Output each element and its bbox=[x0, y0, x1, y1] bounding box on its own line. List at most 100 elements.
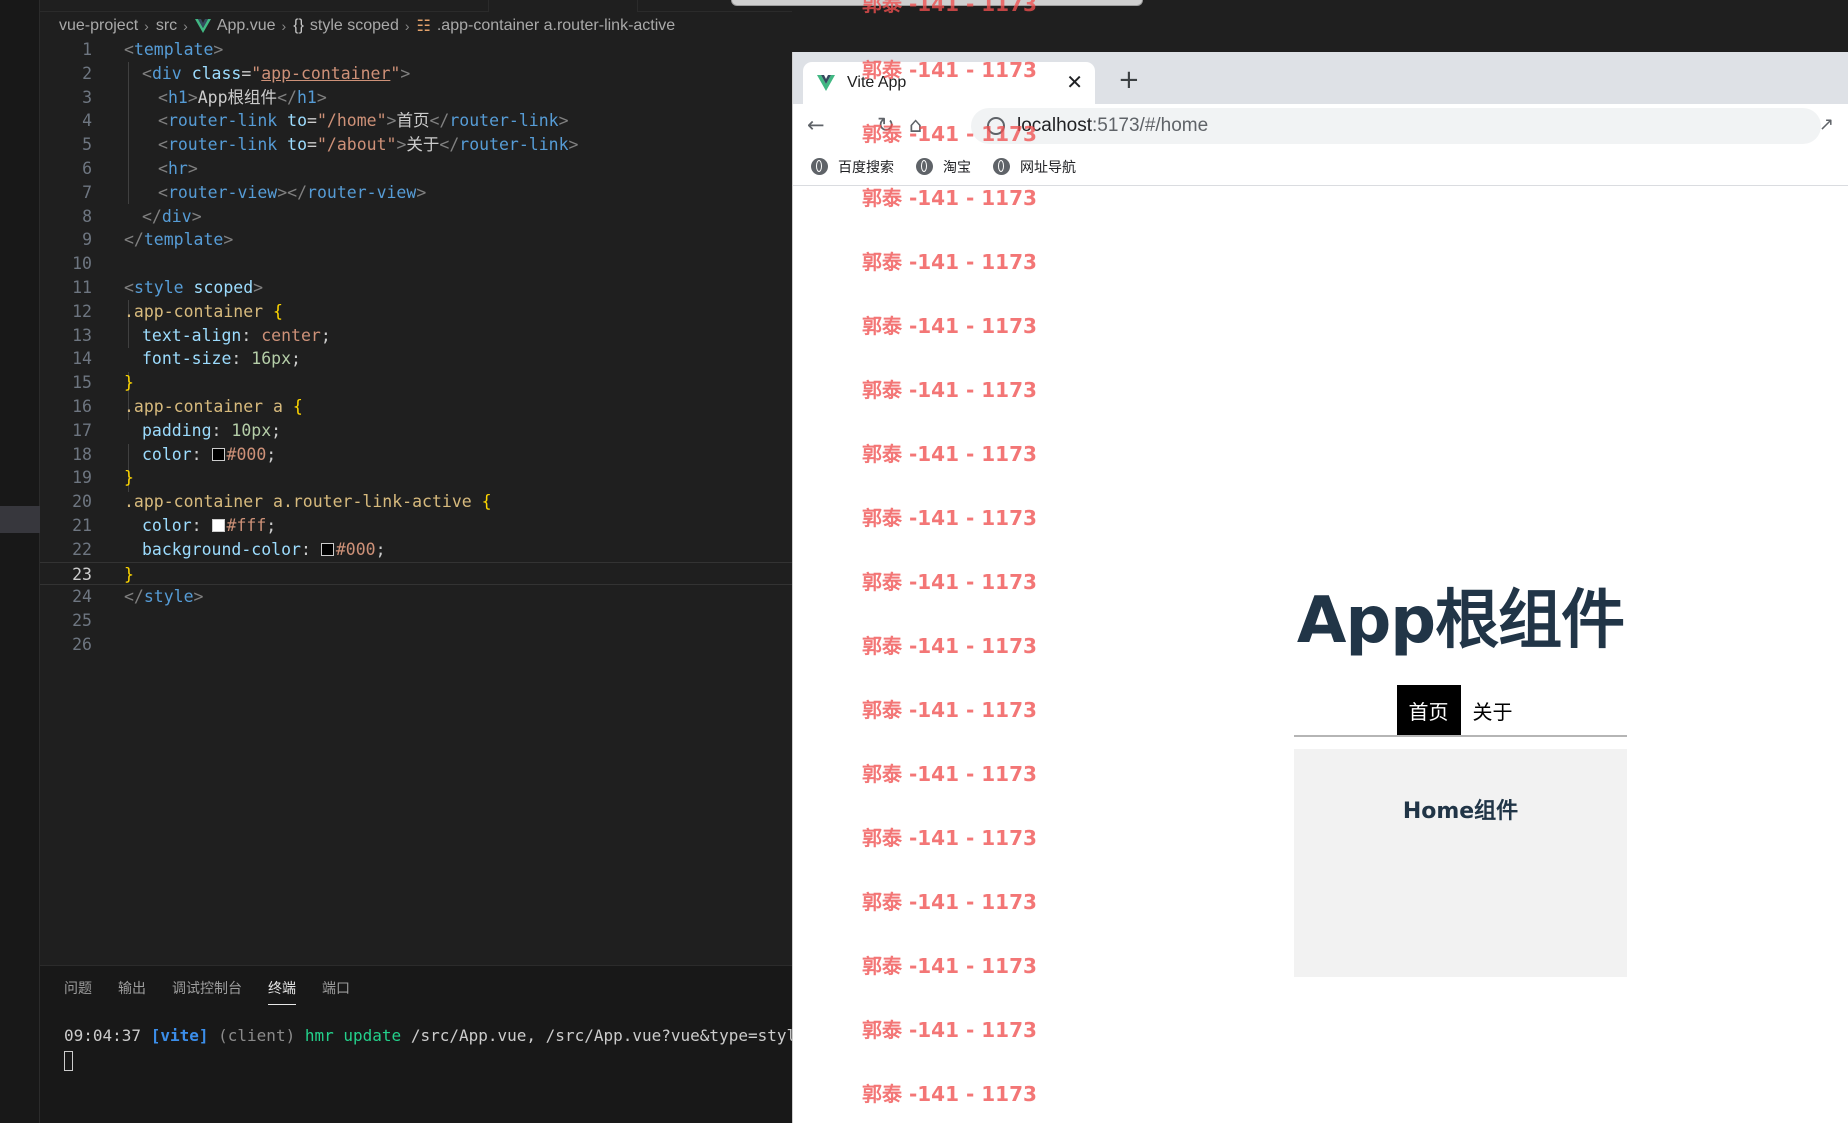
code-line[interactable]: 12 .app-container { bbox=[40, 300, 792, 324]
bookmark-baidu[interactable]: 百度搜索 bbox=[811, 157, 894, 177]
code-line[interactable]: 20 .app-container a.router-link-active { bbox=[40, 490, 792, 514]
line-text: .app-container a { bbox=[124, 396, 303, 416]
page-title: App根组件 bbox=[1296, 584, 1625, 658]
tab-output[interactable]: 输出 bbox=[118, 978, 146, 1005]
code-line[interactable]: 18 color: #000; bbox=[40, 443, 792, 467]
line-number: 1 bbox=[82, 40, 92, 59]
line-number: 9 bbox=[82, 230, 92, 250]
color-swatch-icon[interactable] bbox=[320, 542, 334, 556]
code-line[interactable]: 13 text-align: center; bbox=[40, 324, 792, 348]
new-tab-icon[interactable]: + bbox=[1118, 66, 1140, 94]
code-line[interactable]: 1 <template> bbox=[40, 38, 792, 62]
terminal-files: /src/App.vue, /src/App.vue?vue&type=styl… bbox=[410, 1026, 845, 1045]
line-number: 13 bbox=[72, 325, 92, 345]
code-line[interactable]: 3 <h1>App根组件</h1> bbox=[40, 86, 792, 110]
globe-icon bbox=[811, 158, 828, 175]
code-editor[interactable]: vue-project › src › App.vue › {} style s… bbox=[40, 0, 792, 965]
code-line[interactable]: 5 <router-link to="/about">关于</router-lin… bbox=[40, 133, 792, 157]
globe-icon bbox=[993, 158, 1010, 175]
code-line[interactable]: 22 background-color: #000; bbox=[40, 538, 792, 562]
code-line[interactable]: 2 <div class="app-container"> bbox=[40, 62, 792, 86]
reload-icon[interactable]: ↻ bbox=[877, 112, 895, 138]
chevron-right-icon: › bbox=[404, 18, 410, 34]
color-swatch-icon[interactable] bbox=[211, 447, 225, 461]
line-number: 17 bbox=[72, 420, 92, 440]
line-text: <router-link to="/about">关于</router-link… bbox=[158, 135, 579, 155]
line-text: color: #fff; bbox=[142, 515, 277, 535]
tab-terminal[interactable]: 终端 bbox=[268, 978, 296, 1005]
braces-icon: {} bbox=[293, 17, 304, 34]
code-line[interactable]: 17 padding: 10px; bbox=[40, 419, 792, 443]
breadcrumb-item-folder[interactable]: src bbox=[156, 17, 177, 35]
tab-problems[interactable]: 问题 bbox=[64, 978, 92, 1005]
nav-link-about[interactable]: 关于 bbox=[1461, 685, 1525, 735]
browser-title-bar: Vite App ✕ + bbox=[793, 52, 1848, 104]
color-swatch-icon[interactable] bbox=[211, 518, 225, 532]
home-icon[interactable]: ⌂ bbox=[909, 112, 922, 138]
code-line[interactable]: 6 <hr> bbox=[40, 157, 792, 181]
tab-debug-console[interactable]: 调试控制台 bbox=[172, 978, 242, 1005]
line-text: <template> bbox=[124, 40, 224, 59]
bookmark-label: 网址导航 bbox=[1020, 158, 1076, 175]
bottom-panel: 问题 输出 调试控制台 终端 端口 09:04:37 [vite] (clien… bbox=[40, 965, 844, 1123]
line-text: text-align: center; bbox=[142, 325, 331, 345]
line-text: } bbox=[124, 468, 134, 488]
line-number: 24 bbox=[72, 587, 92, 607]
browser-tab[interactable]: Vite App ✕ bbox=[803, 62, 1095, 104]
line-number: 20 bbox=[72, 492, 92, 512]
line-text: <router-link to="/home">首页</router-link> bbox=[158, 111, 569, 131]
nav-link-home[interactable]: 首页 bbox=[1396, 685, 1461, 735]
line-number: 6 bbox=[82, 158, 92, 178]
line-text: font-size: 16px; bbox=[142, 349, 301, 369]
activity-selected-indicator bbox=[0, 506, 40, 533]
line-number: 10 bbox=[72, 254, 92, 274]
tab-ports[interactable]: 端口 bbox=[322, 978, 350, 1005]
globe-icon bbox=[916, 158, 933, 175]
code-line[interactable]: 7 <router-view></router-view> bbox=[40, 181, 792, 205]
code-line[interactable]: 8 </div> bbox=[40, 205, 792, 229]
code-line-active[interactable]: 23} bbox=[40, 561, 792, 586]
bookmark-hao[interactable]: 网址导航 bbox=[993, 157, 1076, 177]
home-component: Home组件 bbox=[1294, 749, 1627, 977]
terminal-client: (client) bbox=[218, 1026, 296, 1045]
code-line[interactable]: 11 <style scoped> bbox=[40, 276, 792, 300]
breadcrumb-item-file[interactable]: App.vue bbox=[217, 17, 276, 35]
editor-tab-active[interactable] bbox=[488, 0, 638, 12]
terminal-tag: [vite] bbox=[150, 1026, 209, 1045]
line-text: <style scoped> bbox=[124, 277, 264, 297]
close-tab-icon[interactable]: ✕ bbox=[1066, 71, 1083, 95]
code-line[interactable]: 15} bbox=[40, 371, 792, 395]
code-lines[interactable]: 1 <template> 2 <div class="app-container">… bbox=[40, 38, 792, 657]
code-line[interactable]: 4 <router-link to="/home">首页</router-link… bbox=[40, 109, 792, 133]
line-text: .app-container a.router-link-active { bbox=[124, 492, 492, 512]
bookmark-taobao[interactable]: 淘宝 bbox=[916, 157, 971, 177]
line-number: 7 bbox=[82, 182, 92, 202]
line-text: <hr> bbox=[158, 158, 198, 178]
code-line[interactable]: 14 font-size: 16px; bbox=[40, 347, 792, 371]
site-info-icon[interactable] bbox=[987, 117, 1005, 135]
breadcrumb-item-selector[interactable]: .app-container a.router-link-active bbox=[437, 17, 675, 35]
breadcrumb-item-project[interactable]: vue-project bbox=[59, 17, 138, 35]
code-line[interactable]: 16 .app-container a { bbox=[40, 395, 792, 419]
address-bar[interactable]: localhost:5173/#/home bbox=[971, 108, 1821, 144]
terminal-output[interactable]: 09:04:37 [vite] (client) hmr update /src… bbox=[64, 1026, 844, 1045]
code-line[interactable]: 19} bbox=[40, 466, 792, 490]
line-text: } bbox=[124, 564, 134, 584]
code-line[interactable]: 10 bbox=[40, 252, 792, 276]
line-text: <h1>App根组件</h1> bbox=[158, 87, 327, 107]
share-icon[interactable]: ↗ bbox=[1819, 112, 1834, 138]
line-text: </template> bbox=[124, 230, 234, 250]
back-arrow-icon[interactable]: ← bbox=[807, 112, 825, 138]
code-line[interactable]: 25 bbox=[40, 609, 792, 633]
terminal-time: 09:04:37 bbox=[64, 1026, 142, 1045]
line-text: } bbox=[124, 373, 134, 393]
activity-bar bbox=[0, 0, 40, 1123]
code-line[interactable]: 26 bbox=[40, 633, 792, 657]
breadcrumb-item-block[interactable]: style scoped bbox=[310, 17, 399, 35]
editor-tab-strip bbox=[40, 0, 792, 12]
code-line[interactable]: 24 </style> bbox=[40, 585, 792, 609]
terminal-cursor bbox=[64, 1051, 73, 1071]
code-line[interactable]: 9 </template> bbox=[40, 228, 792, 252]
line-number: 16 bbox=[72, 396, 92, 416]
code-line[interactable]: 21 color: #fff; bbox=[40, 514, 792, 538]
